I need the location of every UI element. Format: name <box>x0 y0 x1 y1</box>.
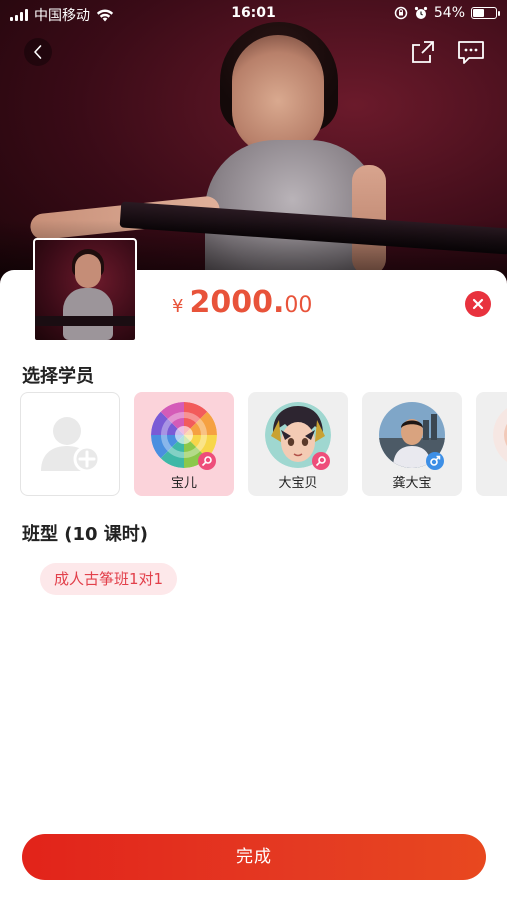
currency-symbol: ¥ <box>172 296 184 317</box>
close-button[interactable] <box>465 291 491 317</box>
close-icon <box>472 298 484 310</box>
avatar <box>493 402 507 468</box>
student-list[interactable]: 宝儿 大宝贝 龚大宝 <box>20 392 507 496</box>
student-card[interactable]: 龚大宝 <box>362 392 462 496</box>
hero-face <box>232 35 324 155</box>
student-name: 宝儿 <box>170 476 197 491</box>
select-student-title: 选择学员 <box>22 366 94 387</box>
nav-actions <box>409 38 485 66</box>
message-icon <box>458 41 484 64</box>
student-card[interactable]: 大宝贝 <box>248 392 348 496</box>
battery-percent: 54% <box>433 5 465 21</box>
student-card[interactable]: 宝儿 <box>134 392 234 496</box>
student-name: 龚大宝 <box>392 476 432 491</box>
share-button[interactable] <box>409 38 437 66</box>
alarm-icon <box>414 6 427 19</box>
add-student-card[interactable] <box>20 392 120 496</box>
done-button[interactable]: 完成 <box>22 834 486 880</box>
rotation-lock-icon <box>394 6 408 20</box>
class-option-chip[interactable]: 成人古筝班1对1 <box>40 563 178 595</box>
student-card[interactable] <box>476 392 507 496</box>
add-user-icon <box>41 417 101 473</box>
price-display: ¥ 2000. 00 <box>172 285 312 320</box>
course-thumbnail <box>33 238 137 342</box>
message-button[interactable] <box>457 38 485 66</box>
price-integer: 2000. <box>189 285 285 320</box>
battery-icon <box>471 7 500 19</box>
status-bar: 中国移动 16:01 54% <box>0 0 507 28</box>
female-icon <box>312 452 330 470</box>
share-icon <box>412 41 434 63</box>
status-right: 54% <box>394 5 500 21</box>
chevron-left-icon <box>34 45 42 59</box>
price-decimal: 00 <box>284 293 313 318</box>
back-button[interactable] <box>24 38 52 66</box>
class-type-title: 班型 (10 课时) <box>22 524 149 545</box>
student-name: 大宝贝 <box>278 476 318 491</box>
female-icon <box>198 452 216 470</box>
male-icon <box>426 452 444 470</box>
